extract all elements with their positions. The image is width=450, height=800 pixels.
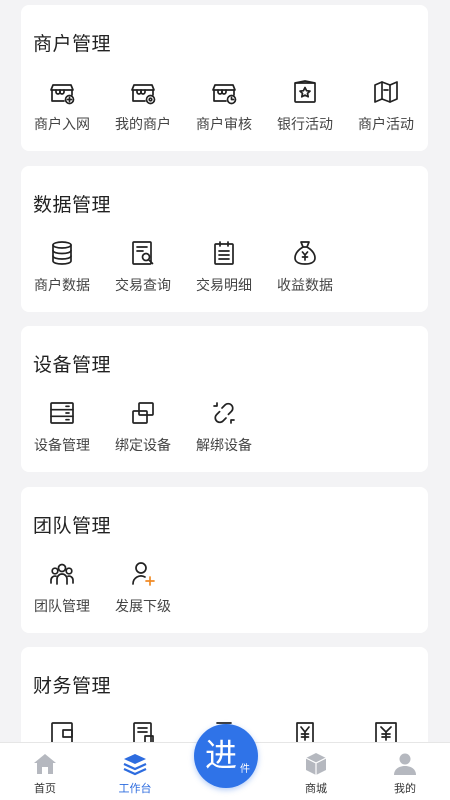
finance-item[interactable] bbox=[264, 719, 346, 742]
team-icon bbox=[50, 563, 74, 585]
money-bag-icon bbox=[294, 241, 316, 265]
item-label: 发展下级 bbox=[115, 599, 171, 615]
merchant-activity-item[interactable]: 商户活动 bbox=[345, 77, 427, 134]
item-label: 解绑设备 bbox=[196, 438, 252, 454]
store-clock-icon bbox=[212, 84, 237, 105]
item-label: 设备管理 bbox=[34, 438, 90, 454]
team-manage-item[interactable]: 团队管理 bbox=[21, 559, 103, 616]
store-gear-icon bbox=[131, 84, 156, 105]
item-label: 商户数据 bbox=[34, 278, 90, 294]
user-icon bbox=[394, 753, 416, 775]
section-device: 设备管理 设备管理 绑定设备 解绑设备 bbox=[21, 326, 428, 472]
item-label: 交易明细 bbox=[196, 278, 252, 294]
tab-workbench[interactable]: 工作台 bbox=[90, 743, 180, 800]
develop-subordinate-item[interactable]: 发展下级 bbox=[102, 559, 184, 616]
finance-item[interactable] bbox=[21, 719, 103, 742]
section-merchant: 商户管理 商户入网 我的商户 商户审核 银行活动 商户活动 bbox=[21, 5, 428, 151]
tab-label: 商城 bbox=[305, 782, 327, 795]
item-label: 商户活动 bbox=[358, 117, 414, 133]
earnings-data-item[interactable]: 收益数据 bbox=[264, 238, 346, 295]
bank-activity-item[interactable]: 银行活动 bbox=[264, 77, 346, 134]
section-title: 设备管理 bbox=[33, 354, 112, 376]
tab-mall[interactable]: 商城 bbox=[271, 743, 361, 800]
unlink-icon bbox=[213, 402, 235, 424]
map-activity-icon bbox=[374, 81, 398, 103]
section-title: 团队管理 bbox=[33, 515, 112, 537]
device-manage-item[interactable]: 设备管理 bbox=[21, 398, 103, 455]
item-label: 商户审核 bbox=[196, 117, 252, 133]
bill-icon bbox=[133, 722, 154, 742]
transaction-query-item[interactable]: 交易查询 bbox=[102, 238, 184, 295]
submit-piece-button[interactable]: 进 件 bbox=[194, 724, 258, 788]
item-label: 银行活动 bbox=[277, 117, 333, 133]
item-label: 商户入网 bbox=[34, 117, 90, 133]
add-user-icon bbox=[132, 562, 155, 586]
merchant-data-item[interactable]: 商户数据 bbox=[21, 238, 103, 295]
merchant-onboard-item[interactable]: 商户入网 bbox=[21, 77, 103, 134]
tab-label: 工作台 bbox=[118, 782, 152, 795]
search-doc-icon bbox=[132, 241, 154, 265]
link-icon bbox=[132, 402, 154, 424]
yen-doc-icon bbox=[296, 722, 314, 742]
item-label: 收益数据 bbox=[277, 278, 333, 294]
database-icon bbox=[52, 241, 72, 265]
tab-label: 首页 bbox=[34, 782, 56, 795]
my-merchant-item[interactable]: 我的商户 bbox=[102, 77, 184, 134]
item-label: 团队管理 bbox=[34, 599, 90, 615]
tab-mine[interactable]: 我的 bbox=[360, 743, 450, 800]
tab-home[interactable]: 首页 bbox=[0, 743, 90, 800]
cube-icon bbox=[305, 753, 327, 775]
bank-star-icon bbox=[294, 80, 316, 103]
bind-device-item[interactable]: 绑定设备 bbox=[102, 398, 184, 455]
merchant-review-item[interactable]: 商户审核 bbox=[183, 77, 265, 134]
clipboard-list-icon bbox=[214, 241, 234, 265]
workbench-scroll[interactable]: 商户管理 商户入网 我的商户 商户审核 银行活动 商户活动 数据管理 商户数据 … bbox=[0, 0, 450, 742]
home-icon bbox=[34, 754, 56, 774]
layers-icon bbox=[123, 754, 147, 776]
center-button-label: 进 bbox=[205, 736, 238, 774]
yen-box-icon bbox=[375, 722, 397, 742]
section-title: 数据管理 bbox=[33, 194, 112, 216]
section-title: 商户管理 bbox=[33, 33, 112, 55]
finance-item[interactable] bbox=[102, 719, 184, 742]
item-label: 我的商户 bbox=[115, 117, 171, 133]
section-data: 数据管理 商户数据 交易查询 交易明细 收益数据 bbox=[21, 166, 428, 312]
item-label: 交易查询 bbox=[115, 278, 171, 294]
transaction-detail-item[interactable]: 交易明细 bbox=[183, 238, 265, 295]
section-title: 财务管理 bbox=[33, 675, 112, 697]
section-team: 团队管理 团队管理 发展下级 bbox=[21, 487, 428, 633]
store-add-icon bbox=[50, 84, 75, 105]
finance-item[interactable] bbox=[345, 719, 427, 742]
tab-label: 我的 bbox=[394, 782, 416, 795]
item-label: 绑定设备 bbox=[115, 438, 171, 454]
wallet-icon bbox=[51, 722, 73, 742]
center-button-sub-label: 件 bbox=[240, 764, 250, 775]
unbind-device-item[interactable]: 解绑设备 bbox=[183, 398, 265, 455]
server-icon bbox=[50, 402, 74, 424]
